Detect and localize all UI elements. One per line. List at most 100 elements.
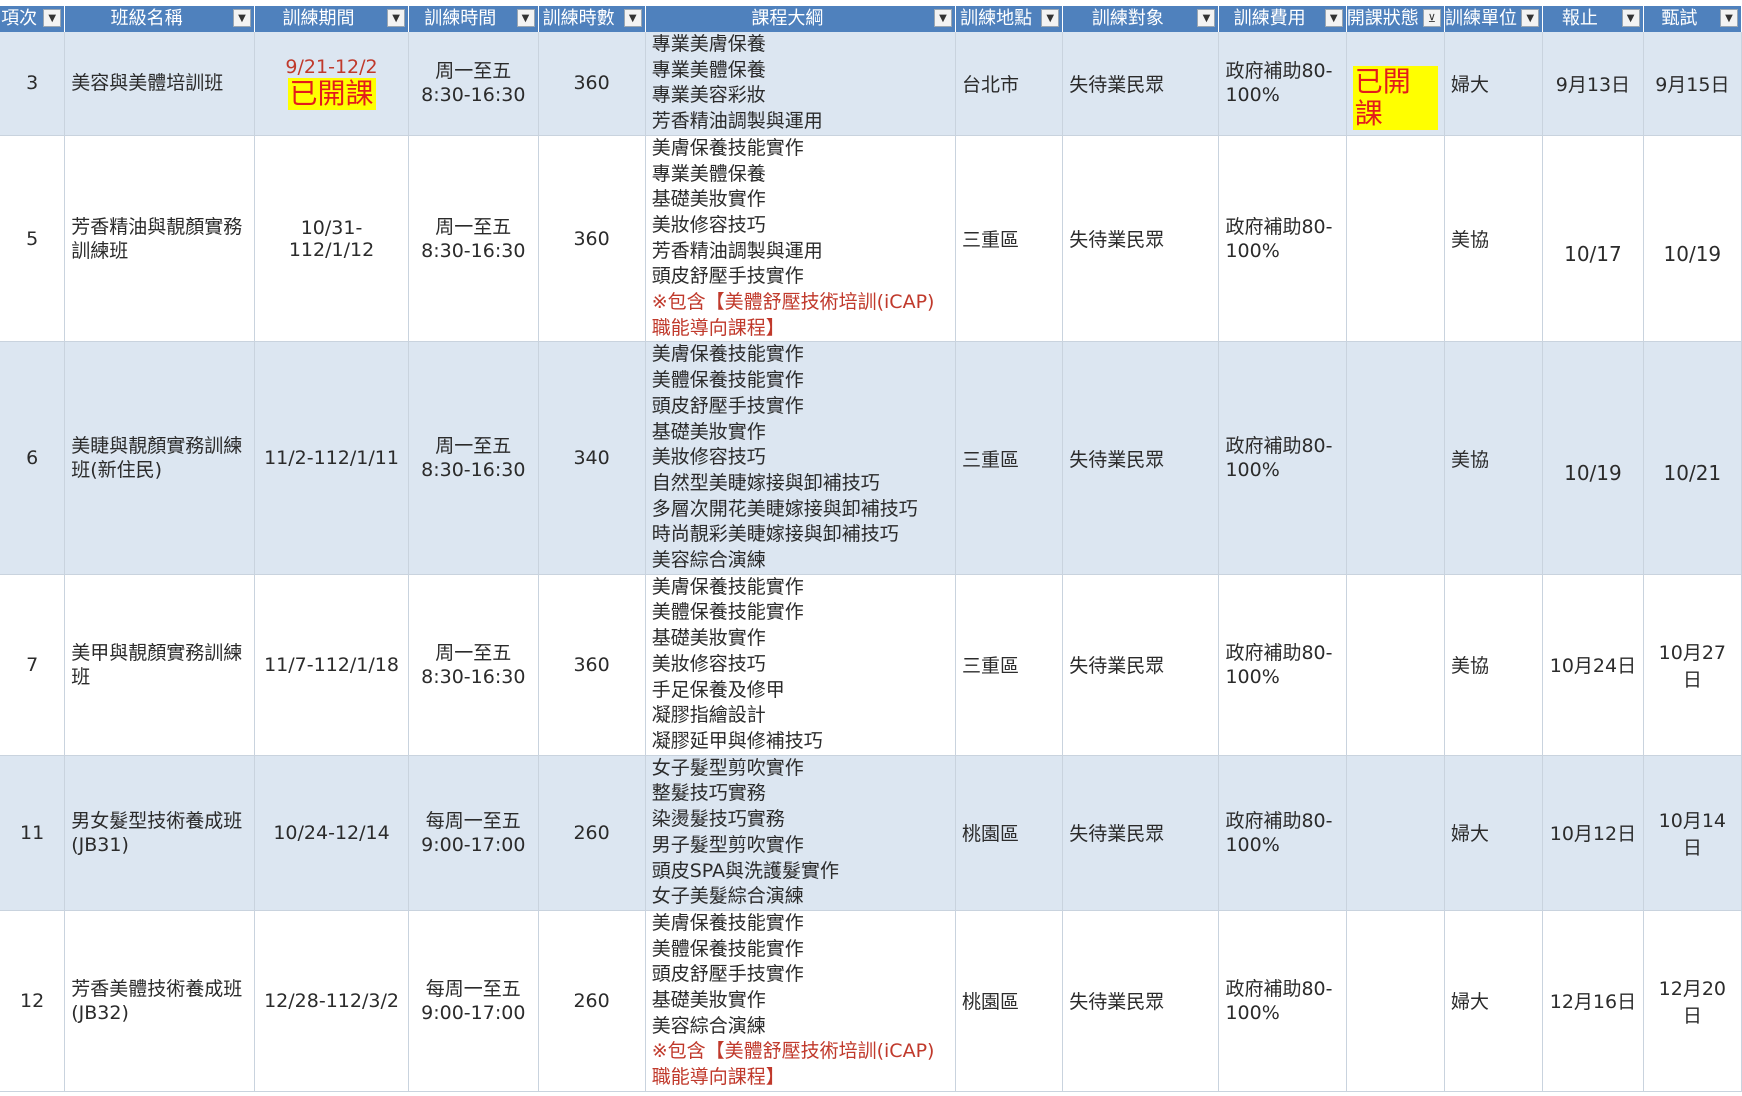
- cell-fee[interactable]: 政府補助80- 100%: [1218, 755, 1347, 911]
- cell-hours[interactable]: 340: [538, 341, 646, 575]
- filter-dropdown-icon[interactable]: ▼: [43, 9, 62, 27]
- cell-course-outline[interactable]: 美膚保養技能實作 專業美體保養 基礎美妝實作 美妝修容技巧 芳香精油調製與運用 頭皮舒壓手…: [645, 135, 957, 343]
- cell-signup-end[interactable]: 10月24日: [1542, 574, 1644, 756]
- column-header-fee[interactable]: 訓練費用 ▼: [1218, 6, 1347, 32]
- filter-dropdown-icon[interactable]: ▼: [1324, 9, 1343, 27]
- filter-dropdown-icon[interactable]: ▼: [233, 9, 251, 27]
- cell-course-outline[interactable]: 美膚保養技能實作 美體保養技能實作 基礎美妝實作 美妝修容技巧 手足保養及修甲 凝膠指繪設…: [645, 574, 957, 756]
- cell-fee[interactable]: 政府補助80- 100%: [1218, 574, 1347, 756]
- filter-dropdown-icon[interactable]: ▼: [934, 9, 953, 27]
- cell-location[interactable]: 桃園區: [955, 755, 1064, 911]
- cell-unit[interactable]: 美協: [1444, 574, 1544, 756]
- filter-dropdown-icon[interactable]: ▼: [1521, 9, 1540, 27]
- cell-signup-end[interactable]: 10/17: [1542, 135, 1644, 343]
- column-header-signup-end[interactable]: 報止 ▼: [1542, 6, 1644, 32]
- cell-fee[interactable]: 政府補助80- 100%: [1218, 910, 1347, 1092]
- cell-exam[interactable]: 12月20日: [1643, 910, 1742, 1092]
- cell-location[interactable]: 台北市: [955, 32, 1064, 136]
- cell-no[interactable]: 6: [0, 341, 66, 575]
- cell-period[interactable]: 12/28-112/3/2: [254, 910, 410, 1092]
- cell-class-name[interactable]: 美甲與靚顏實務訓練班: [64, 574, 255, 756]
- column-header-target[interactable]: 訓練對象 ▼: [1062, 6, 1220, 32]
- cell-period[interactable]: 11/7-112/1/18: [254, 574, 410, 756]
- cell-status[interactable]: [1346, 135, 1445, 343]
- cell-fee[interactable]: 政府補助80- 100%: [1218, 32, 1347, 136]
- cell-status[interactable]: [1346, 755, 1445, 911]
- cell-class-name[interactable]: 芳香精油與靚顏實務 訓練班: [64, 135, 255, 343]
- cell-no[interactable]: 5: [0, 135, 66, 343]
- cell-status[interactable]: 已開課: [1346, 32, 1445, 136]
- column-header-exam[interactable]: 甄試 ▼: [1643, 6, 1742, 32]
- column-header-status[interactable]: 開課狀態 ⊻: [1346, 6, 1445, 32]
- cell-unit[interactable]: 美協: [1444, 341, 1544, 575]
- cell-location[interactable]: 三重區: [955, 574, 1064, 756]
- cell-course-outline[interactable]: 女子髮型剪吹實作 整髮技巧實務 染燙髮技巧實務 男子髮型剪吹實作 頭皮SPA與洗護髮實作…: [645, 755, 957, 911]
- cell-exam[interactable]: 9月15日: [1643, 32, 1742, 136]
- cell-status[interactable]: [1346, 910, 1445, 1092]
- cell-hours[interactable]: 360: [538, 135, 646, 343]
- cell-hours[interactable]: 360: [538, 574, 646, 756]
- cell-period[interactable]: 10/24-12/14: [254, 755, 410, 911]
- filter-dropdown-icon[interactable]: ▼: [387, 9, 406, 27]
- cell-period[interactable]: 10/31-112/1/12: [254, 135, 410, 343]
- cell-fee[interactable]: 政府補助80- 100%: [1218, 135, 1347, 343]
- cell-class-name[interactable]: 芳香美體技術養成班 (JB32): [64, 910, 255, 1092]
- column-header-no[interactable]: 項次 ▼: [0, 6, 66, 32]
- cell-exam[interactable]: 10/21: [1643, 341, 1742, 575]
- cell-hours[interactable]: 360: [538, 32, 646, 136]
- cell-target[interactable]: 失待業民眾: [1062, 135, 1220, 343]
- cell-hours[interactable]: 260: [538, 910, 646, 1092]
- filter-dropdown-icon[interactable]: ▼: [1720, 9, 1738, 27]
- column-header-outline[interactable]: 課程大綱 ▼: [645, 6, 957, 32]
- cell-unit[interactable]: 婦大: [1444, 755, 1544, 911]
- filter-dropdown-icon[interactable]: ▼: [623, 9, 642, 27]
- cell-period[interactable]: 11/2-112/1/11: [254, 341, 410, 575]
- cell-target[interactable]: 失待業民眾: [1062, 32, 1220, 136]
- cell-class-name[interactable]: 美睫與靚顏實務訓練 班(新住民): [64, 341, 255, 575]
- cell-course-outline[interactable]: 美膚保養技能實作 美體保養技能實作 頭皮舒壓手技實作 基礎美妝實作 美容綜合演練 ※包含【…: [645, 910, 957, 1092]
- cell-no[interactable]: 7: [0, 574, 66, 756]
- cell-time[interactable]: 周一至五 8:30-16:30: [408, 135, 539, 343]
- cell-time[interactable]: 周一至五 8:30-16:30: [408, 341, 539, 575]
- cell-target[interactable]: 失待業民眾: [1062, 574, 1220, 756]
- cell-signup-end[interactable]: 10/19: [1542, 341, 1644, 575]
- cell-target[interactable]: 失待業民眾: [1062, 755, 1220, 911]
- cell-hours[interactable]: 260: [538, 755, 646, 911]
- column-header-time[interactable]: 訓練時間 ▼: [408, 6, 539, 32]
- cell-status[interactable]: [1346, 341, 1445, 575]
- cell-location[interactable]: 桃園區: [955, 910, 1064, 1092]
- cell-period[interactable]: 9/21-12/2 已開課: [254, 32, 410, 136]
- column-header-period[interactable]: 訓練期間 ▼: [254, 6, 410, 32]
- cell-exam[interactable]: 10/19: [1643, 135, 1742, 343]
- cell-course-outline[interactable]: 專業美膚保養 專業美體保養 專業美容彩妝 芳香精油調製與運用: [645, 32, 957, 136]
- cell-time[interactable]: 每周一至五 9:00-17:00: [408, 755, 539, 911]
- cell-exam[interactable]: 10月27日: [1643, 574, 1742, 756]
- filter-dropdown-icon[interactable]: ▼: [516, 9, 535, 27]
- cell-signup-end[interactable]: 10月12日: [1542, 755, 1644, 911]
- cell-unit[interactable]: 美協: [1444, 135, 1544, 343]
- cell-unit[interactable]: 婦大: [1444, 910, 1544, 1092]
- cell-status[interactable]: [1346, 574, 1445, 756]
- cell-time[interactable]: 周一至五 8:30-16:30: [408, 32, 539, 136]
- column-header-name[interactable]: 班級名稱 ▼: [64, 6, 255, 32]
- cell-signup-end[interactable]: 9月13日: [1542, 32, 1644, 136]
- cell-class-name[interactable]: 男女髮型技術養成班 (JB31): [64, 755, 255, 911]
- cell-target[interactable]: 失待業民眾: [1062, 910, 1220, 1092]
- cell-time[interactable]: 每周一至五 9:00-17:00: [408, 910, 539, 1092]
- column-header-location[interactable]: 訓練地點 ▼: [955, 6, 1064, 32]
- column-header-hours[interactable]: 訓練時數 ▼: [538, 6, 646, 32]
- cell-location[interactable]: 三重區: [955, 135, 1064, 343]
- filter-dropdown-icon[interactable]: ▼: [1621, 9, 1640, 27]
- filter-dropdown-icon[interactable]: ▼: [1041, 9, 1060, 27]
- cell-no[interactable]: 3: [0, 32, 66, 136]
- cell-class-name[interactable]: 美容與美體培訓班: [64, 32, 255, 136]
- cell-location[interactable]: 三重區: [955, 341, 1064, 575]
- cell-fee[interactable]: 政府補助80- 100%: [1218, 341, 1347, 575]
- filter-applied-icon[interactable]: ⊻: [1422, 9, 1441, 27]
- cell-no[interactable]: 12: [0, 910, 66, 1092]
- cell-exam[interactable]: 10月14日: [1643, 755, 1742, 911]
- cell-no[interactable]: 11: [0, 755, 66, 911]
- filter-dropdown-icon[interactable]: ▼: [1197, 9, 1216, 27]
- cell-target[interactable]: 失待業民眾: [1062, 341, 1220, 575]
- cell-signup-end[interactable]: 12月16日: [1542, 910, 1644, 1092]
